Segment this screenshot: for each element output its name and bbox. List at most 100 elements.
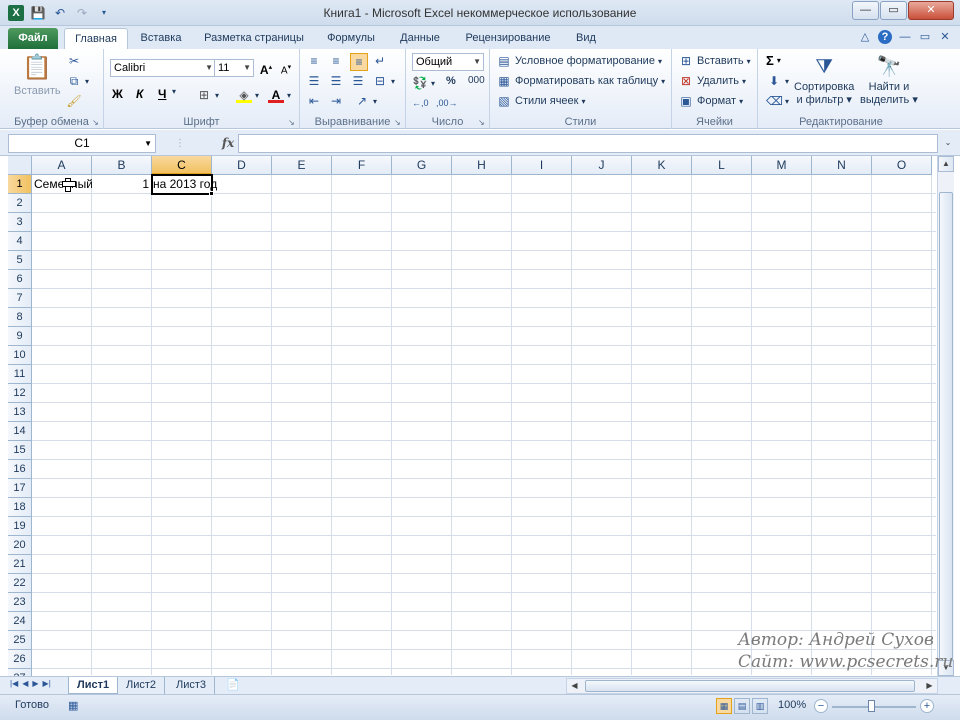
clipboard-launcher-icon[interactable]: ↘	[92, 118, 101, 127]
column-header-o[interactable]: O	[872, 156, 932, 175]
cell-styles-button[interactable]: ▧ Стили ячеек ▾	[496, 93, 585, 109]
column-header-d[interactable]: D	[212, 156, 272, 175]
expand-formula-bar-icon[interactable]: ⌄	[942, 136, 954, 150]
close-button[interactable]: ✕	[908, 1, 954, 20]
copy-button[interactable]: ⧉ ▾	[66, 73, 89, 89]
scroll-right-icon[interactable]: ▶	[922, 679, 937, 693]
horizontal-scroll-thumb[interactable]	[585, 680, 915, 692]
minimize-button[interactable]: —	[852, 1, 879, 20]
row-header-25[interactable]: 25	[8, 631, 32, 650]
minimize-ribbon-icon[interactable]: △	[858, 30, 872, 44]
row-header-13[interactable]: 13	[8, 403, 32, 422]
column-header-m[interactable]: M	[752, 156, 812, 175]
column-header-b[interactable]: B	[92, 156, 152, 175]
column-header-k[interactable]: K	[632, 156, 692, 175]
font-size-combo[interactable]: 11 ▼	[214, 59, 254, 77]
merge-center-button[interactable]: ⊟ ▾	[372, 73, 395, 89]
tab-page-layout[interactable]: Разметка страницы	[196, 28, 312, 49]
conditional-formatting-button[interactable]: ▤ Условное форматирование ▾	[496, 53, 662, 69]
next-sheet-icon[interactable]: ▶	[32, 679, 38, 688]
select-all-button[interactable]	[8, 156, 32, 175]
row-header-3[interactable]: 3	[8, 213, 32, 232]
row-header-16[interactable]: 16	[8, 460, 32, 479]
scroll-up-icon[interactable]: ▲	[938, 156, 954, 172]
first-sheet-icon[interactable]: |◀	[10, 679, 18, 688]
column-header-f[interactable]: F	[332, 156, 392, 175]
column-header-l[interactable]: L	[692, 156, 752, 175]
clear-button[interactable]: ⌫ ▾	[766, 93, 789, 109]
row-header-21[interactable]: 21	[8, 555, 32, 574]
orientation-button[interactable]: ↗ ▾	[354, 93, 377, 109]
row-header-6[interactable]: 6	[8, 270, 32, 289]
tab-formulas[interactable]: Формулы	[320, 28, 382, 49]
column-header-e[interactable]: E	[272, 156, 332, 175]
bold-button[interactable]: Ж	[112, 87, 123, 101]
insert-sheet-icon[interactable]: 📄	[218, 677, 248, 694]
row-header-22[interactable]: 22	[8, 574, 32, 593]
tab-home[interactable]: Главная	[64, 28, 128, 49]
normal-view-icon[interactable]: ▦	[716, 698, 732, 714]
tab-file[interactable]: Файл	[8, 28, 58, 49]
row-header-15[interactable]: 15	[8, 441, 32, 460]
zoom-out-icon[interactable]: −	[814, 699, 828, 713]
row-header-19[interactable]: 19	[8, 517, 32, 536]
number-format-combo[interactable]: Общий ▼	[412, 53, 484, 71]
tab-data[interactable]: Данные	[390, 28, 450, 49]
window-minimize-icon[interactable]: —	[898, 30, 912, 44]
prev-sheet-icon[interactable]: ◀	[22, 679, 28, 688]
sheet-tab-2[interactable]: Лист2	[118, 677, 166, 694]
align-bottom-button[interactable]: ≡	[350, 53, 368, 71]
column-header-a[interactable]: A	[32, 156, 92, 175]
align-middle-button[interactable]: ≡	[328, 53, 344, 69]
autosum-button[interactable]: Σ ▾	[766, 53, 781, 68]
wrap-text-button[interactable]: ↵	[372, 53, 388, 69]
delete-cells-button[interactable]: ⊠ Удалить ▾	[678, 73, 746, 89]
column-header-c[interactable]: C	[152, 156, 212, 175]
row-header-9[interactable]: 9	[8, 327, 32, 346]
format-as-table-button[interactable]: ▦ Форматировать как таблицу ▾	[496, 73, 665, 89]
macro-record-icon[interactable]: ▦	[68, 699, 84, 715]
zoom-level[interactable]: 100%	[778, 699, 806, 711]
page-break-view-icon[interactable]: ▥	[752, 698, 768, 714]
thousands-button[interactable]: 000	[468, 75, 485, 86]
align-right-button[interactable]: ☰	[350, 73, 366, 89]
row-header-24[interactable]: 24	[8, 612, 32, 631]
maximize-button[interactable]: ▭	[880, 1, 907, 20]
alignment-launcher-icon[interactable]: ↘	[394, 118, 403, 127]
row-header-10[interactable]: 10	[8, 346, 32, 365]
font-color-button[interactable]: A ▾	[268, 87, 291, 103]
font-launcher-icon[interactable]: ↘	[288, 118, 297, 127]
window-restore-icon[interactable]: ▭	[918, 30, 932, 44]
row-header-20[interactable]: 20	[8, 536, 32, 555]
formula-input[interactable]	[238, 134, 938, 153]
help-icon[interactable]: ?	[878, 30, 892, 44]
borders-button[interactable]: ⊞ ▾	[196, 87, 219, 103]
row-header-17[interactable]: 17	[8, 479, 32, 498]
cut-button[interactable]: ✂	[66, 53, 82, 69]
tab-view[interactable]: Вид	[566, 28, 606, 49]
decrease-font-button[interactable]: A▾	[278, 60, 294, 76]
window-close-icon[interactable]: ✕	[938, 30, 952, 44]
tab-review[interactable]: Рецензирование	[458, 28, 558, 49]
row-header-8[interactable]: 8	[8, 308, 32, 327]
row-header-5[interactable]: 5	[8, 251, 32, 270]
row-header-14[interactable]: 14	[8, 422, 32, 441]
row-header-23[interactable]: 23	[8, 593, 32, 612]
row-header-26[interactable]: 26	[8, 650, 32, 669]
sheet-tab-3[interactable]: Лист3	[168, 677, 216, 694]
sort-filter-button[interactable]: ⧩ Сортировка и фильтр ▾	[794, 53, 854, 106]
vertical-scrollbar[interactable]: ▲ ▼	[937, 156, 954, 676]
page-layout-view-icon[interactable]: ▤	[734, 698, 750, 714]
fill-handle[interactable]	[209, 191, 214, 196]
row-header-1[interactable]: 1	[8, 175, 32, 194]
zoom-in-icon[interactable]: +	[920, 699, 934, 713]
number-launcher-icon[interactable]: ↘	[478, 118, 487, 127]
row-header-2[interactable]: 2	[8, 194, 32, 213]
underline-button[interactable]: Ч	[158, 87, 166, 101]
align-top-button[interactable]: ≡	[306, 53, 322, 69]
tab-insert[interactable]: Вставка	[132, 28, 190, 49]
scroll-left-icon[interactable]: ◀	[567, 679, 582, 693]
decrease-indent-button[interactable]: ⇤	[306, 93, 322, 109]
cells-area[interactable]	[32, 175, 936, 675]
last-sheet-icon[interactable]: ▶|	[43, 679, 51, 688]
